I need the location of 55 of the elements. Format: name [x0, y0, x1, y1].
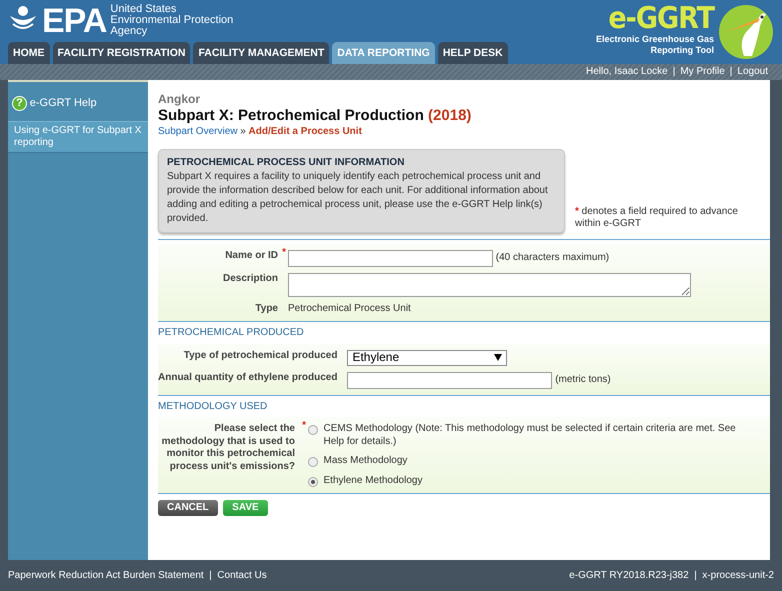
- field-value: Petrochemical Process Unit: [288, 302, 411, 316]
- user-link[interactable]: My Profile: [680, 66, 725, 78]
- separator: |: [730, 66, 732, 78]
- field-label: Description: [222, 272, 278, 284]
- required-mark: *: [282, 246, 286, 260]
- breadcrumb-current: Add/Edit a Process Unit: [248, 126, 362, 138]
- agency-name: United States Environmental Protection Agency: [110, 4, 234, 37]
- facility-name: Angkor: [158, 92, 201, 107]
- field-label: Type: [255, 302, 278, 314]
- separator: |: [672, 66, 676, 78]
- field-label: Please select the methodology that is used to monitor this petrochemical process unit's emissions?: [162, 423, 295, 472]
- field-label: Name or ID: [225, 250, 278, 261]
- version-text: e-GGRT RY2018.R23-j382: [569, 570, 689, 582]
- input-field[interactable]: [347, 372, 552, 389]
- radio-button[interactable]: [308, 476, 318, 487]
- field-hint: (metric tons): [555, 374, 611, 386]
- greeting-text: Hello, Isaac Locke: [586, 66, 668, 78]
- brand-tagline: Electronic Greenhouse Gas Reporting Tool: [596, 34, 714, 56]
- brand-logo[interactable]: e-GGRT: [608, 4, 714, 34]
- user-link[interactable]: Logout: [737, 66, 768, 78]
- breadcrumb-link[interactable]: Subpart Overview: [158, 126, 238, 138]
- separator: |: [209, 570, 212, 582]
- separator: |: [694, 570, 697, 582]
- input-field[interactable]: [288, 250, 493, 267]
- field-label: Type of petrochemical produced: [184, 350, 338, 361]
- nav-tab[interactable]: HELP DESK: [438, 42, 508, 64]
- radio-button[interactable]: [308, 425, 318, 436]
- cancel-button[interactable]: CANCEL: [158, 500, 218, 516]
- epa-flower-icon: [8, 4, 38, 32]
- info-text: Subpart X requires a facility to uniquely identify each petrochemical process unit and provide the information described below for each unit. For additional information about adding and editing a petrochemical process unit, please use the e-GGRT Help link(s) provided.: [167, 170, 549, 226]
- description-field[interactable]: [288, 272, 691, 297]
- dropdown[interactable]: Ethylene: [347, 350, 508, 366]
- footer-link[interactable]: Contact Us: [217, 570, 267, 582]
- section-title: METHODOLOGY USED: [158, 400, 268, 414]
- required-note: * denotes a field required to advance within e-GGRT: [575, 206, 739, 230]
- info-title: PETROCHEMICAL PROCESS UNIT INFORMATION: [167, 156, 406, 170]
- section-title: PETROCHEMICAL PRODUCED: [158, 327, 304, 340]
- sidebar-title: e-GGRT Help: [30, 96, 97, 110]
- radio-button[interactable]: [308, 457, 318, 468]
- caret-icon: [494, 354, 502, 362]
- bird-logo-drawing: [718, 4, 774, 60]
- field-label: Annual quantity of ethylene produced: [158, 372, 338, 383]
- option-label[interactable]: CEMS Methodology (Note: This methodology must be selected if certain criteria are met. See Help for details.): [324, 423, 748, 448]
- nav-tab[interactable]: HOME: [8, 42, 50, 64]
- option-label[interactable]: Ethylene Methodology: [324, 474, 422, 488]
- option-label[interactable]: Mass Methodology: [324, 455, 408, 468]
- nav-tab[interactable]: FACILITY MANAGEMENT: [193, 42, 330, 64]
- version-text: x-process-unit-2: [702, 570, 774, 582]
- breadcrumb-separator: »: [240, 126, 246, 138]
- epa-logo[interactable]: EPA: [42, 4, 106, 38]
- field-hint: (40 characters maximum): [496, 252, 610, 264]
- nav-tab[interactable]: FACILITY REGISTRATION: [52, 42, 190, 64]
- required-mark: *: [302, 420, 306, 433]
- footer-link[interactable]: Paperwork Reduction Act Burden Statement: [8, 570, 204, 582]
- page-title: Subpart X: Petrochemical Production (2018): [158, 107, 472, 126]
